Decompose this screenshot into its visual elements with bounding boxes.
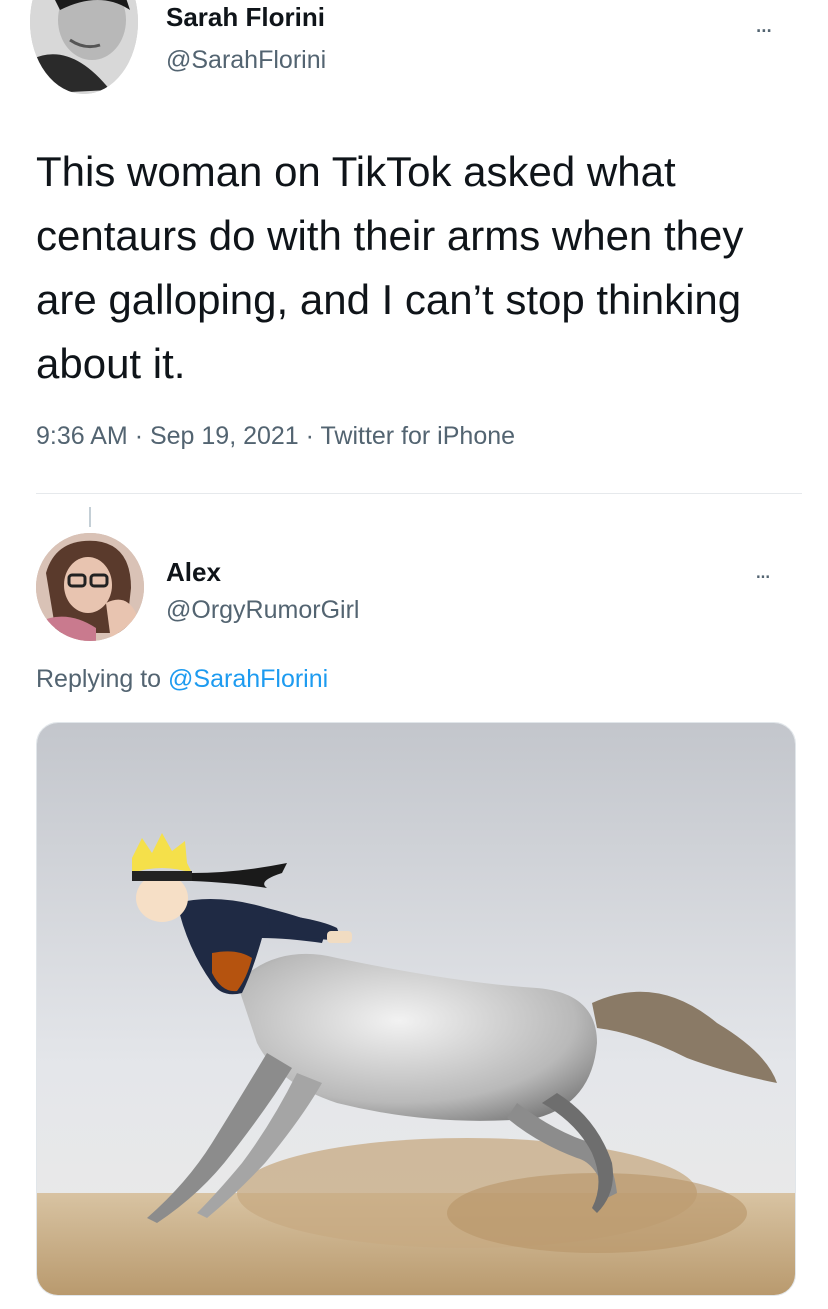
tweet-text: This woman on TikTok asked what centaurs… — [36, 148, 744, 387]
replying-to: Replying to @SarahFlorini — [36, 665, 328, 694]
tweet-source[interactable]: Twitter for iPhone — [321, 422, 516, 450]
centaur-image-icon — [37, 723, 795, 1295]
more-options-icon[interactable]: ... — [755, 8, 773, 39]
tweet-meta: 9:36 AM · Sep 19, 2021 · Twitter for iPh… — [36, 422, 515, 451]
reply-author-handle[interactable]: @OrgyRumorGirl — [166, 596, 359, 625]
author-avatar[interactable] — [30, 0, 138, 94]
author-name[interactable]: Sarah Florini — [166, 2, 325, 33]
reply-media-image[interactable] — [36, 722, 796, 1296]
reply-author-avatar[interactable] — [36, 533, 144, 641]
reply-author-name[interactable]: Alex — [166, 557, 221, 588]
meta-separator: · — [305, 422, 314, 450]
divider — [36, 493, 802, 494]
author-handle[interactable]: @SarahFlorini — [166, 46, 326, 75]
tweet-date[interactable]: Sep 19, 2021 — [150, 422, 299, 450]
replying-handle-link[interactable]: @SarahFlorini — [168, 665, 328, 693]
reply-more-options-icon[interactable]: ... — [755, 557, 771, 585]
replying-prefix: Replying to — [36, 665, 162, 693]
meta-separator: · — [134, 422, 144, 450]
thread-line — [89, 507, 91, 527]
tweet-time[interactable]: 9:36 AM — [36, 422, 128, 450]
